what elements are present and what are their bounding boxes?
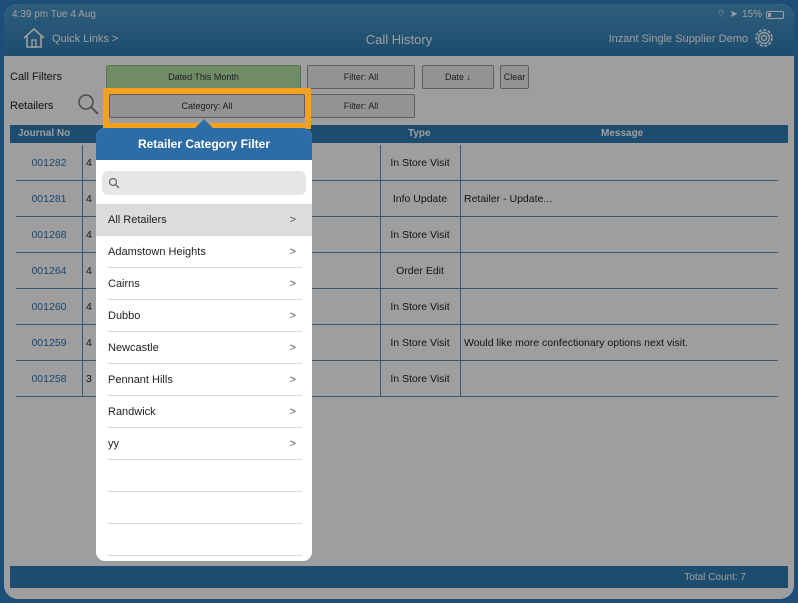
chevron-right-icon: > — [289, 342, 296, 354]
chevron-right-icon: > — [289, 278, 296, 290]
category-list: All Retailers > Adamstown Heights > Cair… — [96, 204, 312, 556]
chevron-right-icon: > — [289, 310, 296, 322]
category-label: All Retailers — [108, 214, 167, 226]
chevron-right-icon: > — [289, 406, 296, 418]
category-label: Dubbo — [108, 310, 141, 322]
empty-list-row — [96, 460, 312, 492]
search-icon — [108, 177, 120, 189]
category-item-cairns[interactable]: Cairns > — [96, 268, 312, 300]
chevron-right-icon: > — [289, 438, 296, 450]
chevron-right-icon: > — [289, 246, 296, 258]
category-item-all-retailers[interactable]: All Retailers > — [96, 204, 312, 236]
category-search-input[interactable] — [102, 171, 306, 195]
category-item-yy[interactable]: yy > — [96, 428, 312, 460]
category-label: Newcastle — [108, 342, 159, 354]
category-label: yy — [108, 438, 119, 450]
category-item-pennant-hills[interactable]: Pennant Hills > — [96, 364, 312, 396]
category-label: Pennant Hills — [108, 374, 173, 386]
empty-list-row — [96, 524, 312, 556]
category-item-randwick[interactable]: Randwick > — [96, 396, 312, 428]
popover-title: Retailer Category Filter — [96, 128, 312, 160]
category-label: Adamstown Heights — [108, 246, 206, 258]
retailer-category-popover: Retailer Category Filter All Retailers >… — [96, 128, 312, 561]
category-label: Randwick — [108, 406, 156, 418]
chevron-right-icon: > — [289, 214, 296, 226]
category-item-adamstown-heights[interactable]: Adamstown Heights > — [96, 236, 312, 268]
chevron-right-icon: > — [289, 374, 296, 386]
category-label: Cairns — [108, 278, 140, 290]
category-item-newcastle[interactable]: Newcastle > — [96, 332, 312, 364]
ipad-screen: 4:39 pm Tue 4 Aug ⌔ ➤ 15% Quick Links > … — [4, 4, 794, 599]
empty-list-row — [96, 492, 312, 524]
category-item-dubbo[interactable]: Dubbo > — [96, 300, 312, 332]
